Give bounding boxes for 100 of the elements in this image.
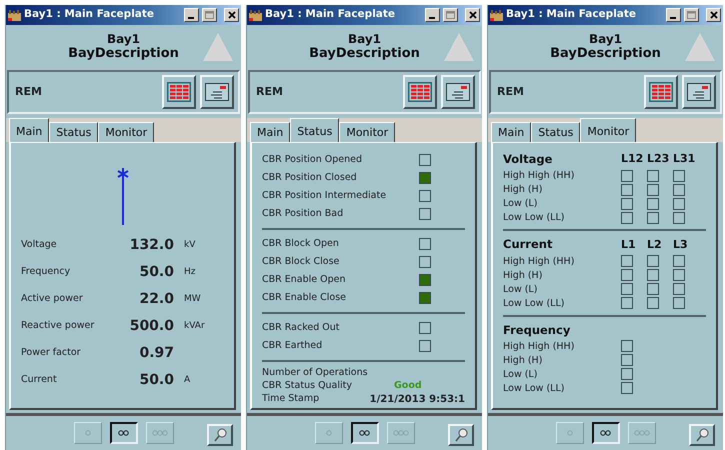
measurement-unit: Hz	[184, 266, 196, 279]
alarm-label: Low Low (LL)	[503, 382, 566, 395]
status-label: CBR Enable Open	[262, 272, 346, 287]
dots-icon	[392, 430, 408, 436]
window-title: Bay1 : Main Faceplate	[24, 7, 154, 22]
message-icon	[446, 83, 470, 101]
close-icon	[710, 11, 718, 19]
message-button[interactable]	[200, 75, 234, 109]
grid-button[interactable]	[403, 75, 437, 109]
measurement-unit: kV	[184, 238, 196, 252]
tab[interactable]: Status	[531, 122, 580, 142]
dots-icon	[118, 430, 129, 436]
message-icon	[687, 83, 711, 101]
triangle-icon	[685, 33, 715, 61]
mode-label: REM	[497, 84, 525, 100]
triangle-icon	[203, 33, 233, 61]
status-label: CBR Position Opened	[262, 152, 362, 167]
pin-button[interactable]	[689, 424, 715, 446]
close-button[interactable]	[465, 8, 480, 22]
dots-icon	[152, 430, 168, 436]
minimize-button[interactable]	[184, 8, 199, 22]
section-title: Current	[503, 236, 554, 254]
maximize-button[interactable]	[202, 8, 217, 22]
maximize-button[interactable]	[684, 8, 699, 22]
message-button[interactable]	[441, 75, 475, 109]
status-label: CBR Racked Out	[262, 320, 340, 335]
info-label: Time Stamp	[262, 392, 320, 406]
status-label: CBR Position Closed	[262, 170, 357, 185]
tab[interactable]: Main	[9, 118, 50, 142]
bay-name: Bay1	[588, 33, 622, 47]
window-title: Bay1 : Main Faceplate	[506, 7, 636, 22]
mode-label: REM	[15, 84, 43, 100]
measurement-label: Voltage	[21, 238, 58, 252]
alarm-label: High High (HH)	[503, 340, 576, 353]
pin-button[interactable]	[207, 424, 233, 446]
grid-button[interactable]	[162, 75, 196, 109]
maximize-button[interactable]	[443, 8, 458, 22]
alarm-label: Low (L)	[503, 368, 538, 381]
bay-description: BayDescription	[68, 46, 179, 62]
alarm-label: Low Low (LL)	[503, 211, 566, 224]
grid-button[interactable]	[644, 75, 678, 109]
message-button[interactable]	[682, 75, 716, 109]
window-title: Bay1 : Main Faceplate	[265, 7, 396, 22]
measurement-label: Current	[21, 373, 58, 388]
maximize-icon	[205, 11, 214, 19]
measurement-unit: A	[184, 374, 192, 387]
measurement-label: Reactive power	[21, 319, 96, 334]
alarm-label: Low (L)	[503, 282, 538, 296]
minimize-button[interactable]	[425, 8, 440, 22]
minimize-button[interactable]	[666, 8, 681, 22]
measurement-label: Frequency	[21, 265, 72, 280]
triangle-icon	[444, 33, 474, 61]
alarm-label: High (H)	[503, 268, 544, 282]
grid-icon	[408, 82, 432, 102]
info-label: Number of Operations	[262, 366, 369, 380]
alarm-label: High (H)	[503, 183, 544, 196]
quality-value: Good	[394, 379, 422, 394]
close-button[interactable]	[706, 8, 721, 22]
status-label: CBR Block Open	[262, 236, 339, 251]
page-button[interactable]	[592, 422, 620, 444]
measurement-value: 500.0	[128, 317, 175, 336]
close-icon	[468, 11, 476, 19]
message-icon	[205, 83, 229, 101]
info-label: CBR Status Quality	[262, 379, 354, 394]
status-label: CBR Enable Close	[262, 290, 346, 305]
measurement-value: 0.97	[138, 344, 175, 363]
status-label: CBR Position Intermediate	[262, 188, 386, 203]
section-title: Voltage	[503, 151, 554, 168]
maximize-icon	[446, 11, 455, 19]
factory-icon	[490, 10, 503, 20]
column-header: L1	[621, 236, 637, 253]
alarm-label: High (H)	[503, 354, 544, 367]
measurement-label: Power factor	[21, 346, 82, 360]
tab[interactable]: Main	[250, 122, 290, 142]
status-label: CBR Position Bad	[262, 206, 344, 221]
status-label: CBR Earthed	[262, 338, 322, 353]
section-title: Frequency	[503, 322, 572, 338]
timestamp-value: 1/21/2013 9:53:1	[370, 393, 465, 407]
column-header: L23	[647, 151, 670, 168]
bay-name: Bay1	[106, 33, 140, 47]
tab[interactable]: Main	[491, 122, 532, 142]
measurement-unit: MW	[184, 292, 202, 306]
measurement-value: 22.0	[138, 290, 175, 309]
page-button[interactable]	[350, 422, 378, 444]
close-button[interactable]	[224, 8, 239, 22]
grid-icon	[167, 82, 191, 102]
bay-description: BayDescription	[550, 46, 661, 62]
pin-button[interactable]	[448, 424, 474, 446]
alarm-label: High High (HH)	[503, 169, 576, 182]
bay-name: Bay1	[348, 33, 382, 47]
status-label: CBR Block Close	[262, 254, 340, 269]
page-button[interactable]	[110, 422, 138, 444]
tab[interactable]: Status	[290, 118, 340, 142]
dots-icon	[326, 430, 332, 436]
tab[interactable]: Status	[49, 122, 98, 142]
tab[interactable]: Monitor	[98, 122, 154, 142]
tab[interactable]: Monitor	[339, 122, 396, 142]
alarm-label: High High (HH)	[503, 254, 576, 268]
tab[interactable]: Monitor	[580, 118, 636, 142]
dots-icon	[600, 430, 611, 436]
